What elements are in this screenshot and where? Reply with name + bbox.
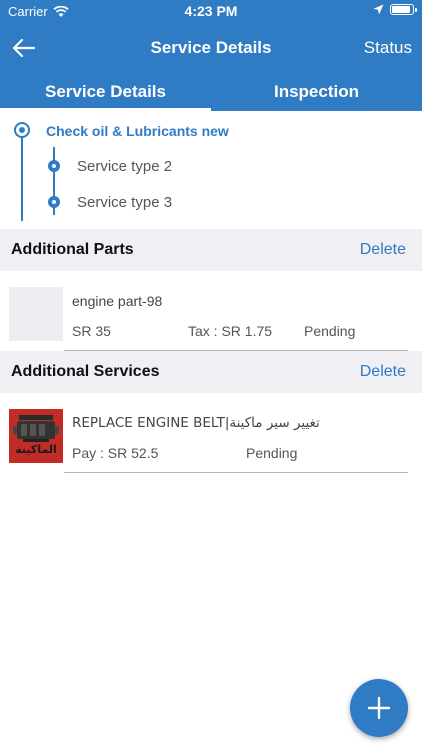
- additional-services-header: Additional Services Delete: [0, 351, 422, 393]
- battery-icon: [390, 4, 417, 15]
- section-title: Additional Services: [11, 363, 160, 380]
- tab-bar: Service Details Inspection: [0, 72, 422, 111]
- row-divider: [64, 472, 408, 473]
- part-name: engine part-98: [72, 293, 163, 309]
- header: Carrier 4:23 PM Service Details Status S…: [0, 0, 422, 111]
- delete-parts-button[interactable]: Delete: [360, 241, 406, 259]
- plus-icon: [367, 696, 391, 720]
- part-price: SR 35: [72, 323, 111, 339]
- status-bar: Carrier 4:23 PM: [0, 0, 422, 22]
- timeline-dot-icon: [14, 122, 30, 138]
- location-arrow-icon: [373, 4, 384, 15]
- service-timeline: Check oil & Lubricants new Service type …: [0, 111, 422, 229]
- service-status: Pending: [246, 445, 298, 461]
- tab-service-details[interactable]: Service Details: [0, 72, 211, 111]
- timeline-main-label[interactable]: Check oil & Lubricants new: [46, 123, 229, 139]
- service-pay: Pay : SR 52.5: [72, 445, 159, 461]
- delete-services-button[interactable]: Delete: [360, 363, 406, 381]
- status-right: [373, 4, 417, 15]
- service-row[interactable]: الماكينة REPLACE ENGINE BELT|تغيير سير م…: [0, 393, 422, 473]
- status-time: 4:23 PM: [184, 3, 238, 19]
- timeline-item[interactable]: Service type 2: [77, 158, 172, 175]
- service-name: REPLACE ENGINE BELT|تغيير سير ماكينة: [72, 415, 320, 431]
- part-row[interactable]: engine part-98 SR 35 Tax : SR 1.75 Pendi…: [0, 271, 422, 351]
- nav-bar: Service Details Status: [0, 26, 422, 70]
- timeline-subdot-icon: [48, 160, 60, 172]
- status-button[interactable]: Status: [364, 38, 412, 58]
- section-title: Additional Parts: [11, 241, 134, 258]
- battery-fill: [392, 6, 410, 13]
- add-button[interactable]: [350, 679, 408, 737]
- timeline-subdot-icon: [48, 196, 60, 208]
- service-thumbnail: الماكينة: [9, 409, 63, 463]
- thumbnail-label: الماكينة: [15, 443, 57, 456]
- timeline-item[interactable]: Service type 3: [77, 194, 172, 211]
- part-status: Pending: [304, 323, 356, 339]
- page-title: Service Details: [150, 38, 272, 57]
- part-thumbnail: [9, 287, 63, 341]
- additional-parts-header: Additional Parts Delete: [0, 229, 422, 271]
- tab-inspection[interactable]: Inspection: [211, 72, 422, 111]
- part-tax: Tax : SR 1.75: [188, 323, 273, 339]
